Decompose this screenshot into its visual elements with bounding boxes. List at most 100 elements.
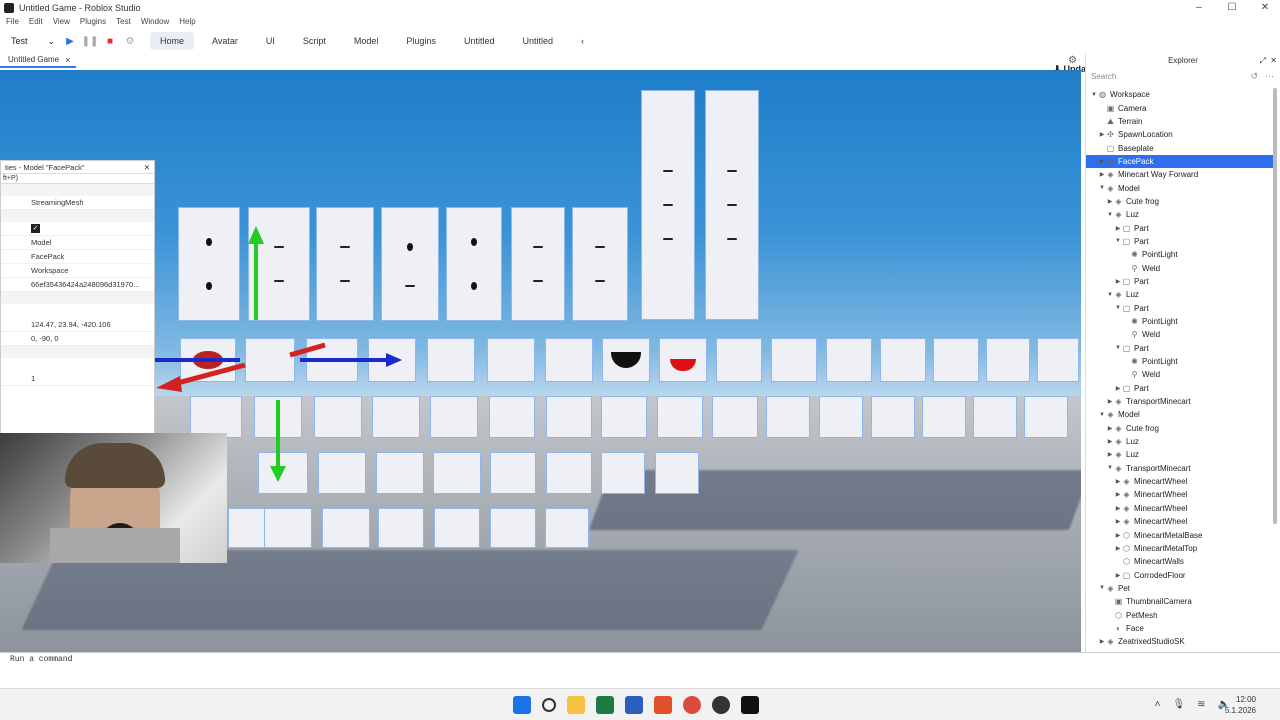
expanded-arrow-icon[interactable]: ▼ <box>1106 212 1114 218</box>
face-decal-card[interactable] <box>427 338 475 382</box>
face-decal-card[interactable] <box>511 207 565 321</box>
history-icon[interactable]: ↺ <box>1250 71 1258 82</box>
tree-node[interactable]: ⚲ Weld <box>1086 328 1274 341</box>
taskbar-clock[interactable]: 12:00 5.1.2026 <box>1225 694 1256 716</box>
face-decal-card[interactable] <box>430 396 478 438</box>
tree-node[interactable]: ⚲ Weld <box>1086 261 1274 274</box>
tree-node[interactable]: ▼ ◈ Luz <box>1086 288 1274 301</box>
checkmark-icon[interactable]: ✓ <box>31 224 40 233</box>
tree-node[interactable]: ▶ ▢ Part <box>1086 221 1274 234</box>
face-decal-card[interactable] <box>322 508 370 548</box>
tab-avatar[interactable]: Avatar <box>202 32 248 50</box>
property-value[interactable]: Model <box>1 236 154 250</box>
microphone-icon[interactable]: 🎙 <box>1172 699 1185 710</box>
tree-node[interactable]: ▶ ▢ Part <box>1086 275 1274 288</box>
face-decal-card[interactable] <box>871 396 915 438</box>
face-decal-card[interactable] <box>819 396 863 438</box>
explorer-search[interactable]: Search ↺ ⋯ <box>1086 68 1280 84</box>
play-icon[interactable]: ▶ <box>63 34 77 48</box>
command-input[interactable]: Run a command <box>10 655 72 664</box>
face-decal-card[interactable] <box>712 396 758 438</box>
collapsed-arrow-icon[interactable]: ▶ <box>1106 198 1114 205</box>
tree-node[interactable]: ▼ ◈ Model <box>1086 408 1274 421</box>
tree-node[interactable]: ▶ ▢ Part <box>1086 382 1274 395</box>
face-decal-card[interactable] <box>1024 396 1068 438</box>
face-decal-card[interactable] <box>546 452 592 494</box>
close-icon[interactable]: ✕ <box>144 163 150 172</box>
chevron-up-icon[interactable]: ˄ <box>1155 699 1161 710</box>
face-decal-card[interactable] <box>487 338 535 382</box>
collapsed-arrow-icon[interactable]: ▶ <box>1114 505 1122 512</box>
menu-view[interactable]: View <box>53 15 70 28</box>
face-decal-card[interactable] <box>826 338 872 382</box>
face-decal-card[interactable] <box>446 207 502 321</box>
tree-node[interactable]: ⬡ PetMesh <box>1086 608 1274 621</box>
tab-untitled-2[interactable]: Untitled <box>512 32 563 50</box>
face-decal-card[interactable] <box>933 338 979 382</box>
tree-node[interactable]: ✺ PointLight <box>1086 248 1274 261</box>
menu-help[interactable]: Help <box>179 15 195 28</box>
viewport-settings-icon[interactable]: ⚙ <box>1068 55 1077 66</box>
tree-node[interactable]: ▶ ◈ MinecartWheel <box>1086 475 1274 488</box>
tree-node[interactable]: ▼ ◈ Model <box>1086 181 1274 194</box>
collapsed-arrow-icon[interactable]: ▶ <box>1114 572 1122 579</box>
tree-node[interactable]: ✺ PointLight <box>1086 355 1274 368</box>
face-decal-card[interactable] <box>433 452 481 494</box>
3d-viewport[interactable] <box>0 70 1081 652</box>
face-decal-card[interactable] <box>490 508 536 548</box>
mode-dropdown[interactable]: Test ⌄ <box>6 32 60 50</box>
face-decal-card[interactable] <box>986 338 1030 382</box>
chrome-icon[interactable] <box>683 696 701 714</box>
maximize-button[interactable]: ☐ <box>1221 0 1243 15</box>
menu-plugins[interactable]: Plugins <box>80 15 106 28</box>
explorer-search-input[interactable]: Search <box>1091 72 1116 81</box>
collapsed-arrow-icon[interactable]: ▶ <box>1106 425 1114 432</box>
command-bar[interactable]: Run a command <box>0 652 1280 666</box>
smile-decal-card[interactable] <box>659 338 707 382</box>
tree-node[interactable]: ▼ ◍ Workspace <box>1086 88 1274 101</box>
tab-script[interactable]: Script <box>293 32 336 50</box>
face-decal-card[interactable] <box>716 338 762 382</box>
collapsed-arrow-icon[interactable]: ▶ <box>1114 478 1122 485</box>
menu-window[interactable]: Window <box>141 15 169 28</box>
tree-node[interactable]: ▼ ◈ TransportMinecart <box>1086 462 1274 475</box>
face-decal-card[interactable] <box>545 338 593 382</box>
expanded-arrow-icon[interactable]: ▼ <box>1106 465 1114 471</box>
collapsed-arrow-icon[interactable]: ▶ <box>1114 278 1122 285</box>
tree-node[interactable]: ⬡ MinecartWalls <box>1086 555 1274 568</box>
tree-node[interactable]: ▶ ▢ CorrodedFloor <box>1086 568 1274 581</box>
explorer-scrollbar[interactable] <box>1273 88 1277 524</box>
tree-node[interactable]: ▶ ◈ FacePack <box>1086 154 1274 169</box>
tree-node[interactable]: ▶ ◈ Luz <box>1086 448 1274 461</box>
search-icon[interactable] <box>542 698 556 712</box>
tree-node[interactable]: ▶ ◈ TransportMinecart <box>1086 395 1274 408</box>
outlook-icon[interactable] <box>625 696 643 714</box>
face-decal-card[interactable] <box>655 452 699 494</box>
menu-file[interactable]: File <box>6 15 19 28</box>
properties-filter[interactable]: ft+P) <box>1 174 154 184</box>
face-decal-card[interactable] <box>572 207 628 321</box>
file-explorer-icon[interactable] <box>567 696 585 714</box>
expanded-arrow-icon[interactable]: ▼ <box>1114 345 1122 351</box>
tab-plugins[interactable]: Plugins <box>396 32 446 50</box>
expanded-arrow-icon[interactable]: ▼ <box>1106 292 1114 298</box>
tree-node[interactable]: ▣ Camera <box>1086 101 1274 114</box>
face-decal-card[interactable] <box>641 90 695 320</box>
property-value[interactable]: FacePack <box>1 250 154 264</box>
face-decal-card[interactable] <box>705 90 759 320</box>
tree-node[interactable]: ▢ Baseplate <box>1086 141 1274 154</box>
face-decal-card[interactable] <box>489 396 535 438</box>
property-rotation[interactable]: 0, -90, 0 <box>1 332 154 346</box>
tree-node[interactable]: ▼ ◈ Luz <box>1086 208 1274 221</box>
expanded-arrow-icon[interactable]: ▼ <box>1114 305 1122 311</box>
face-decal-card[interactable] <box>264 508 312 548</box>
tab-ui[interactable]: UI <box>256 32 285 50</box>
collapsed-arrow-icon[interactable]: ▶ <box>1114 518 1122 525</box>
property-position[interactable]: 124.47, 23.94, -420.106 <box>1 318 154 332</box>
face-decal-card[interactable] <box>1037 338 1079 382</box>
collapsed-arrow-icon[interactable]: ▶ <box>1114 491 1122 498</box>
tree-node[interactable]: ▶ ✣ SpawnLocation <box>1086 128 1274 141</box>
menu-edit[interactable]: Edit <box>29 15 43 28</box>
doc-tab-untitled-game[interactable]: Untitled Game × <box>0 53 77 68</box>
tree-node[interactable]: ▶ ◈ ZeatrixedStudioSK <box>1086 635 1274 648</box>
